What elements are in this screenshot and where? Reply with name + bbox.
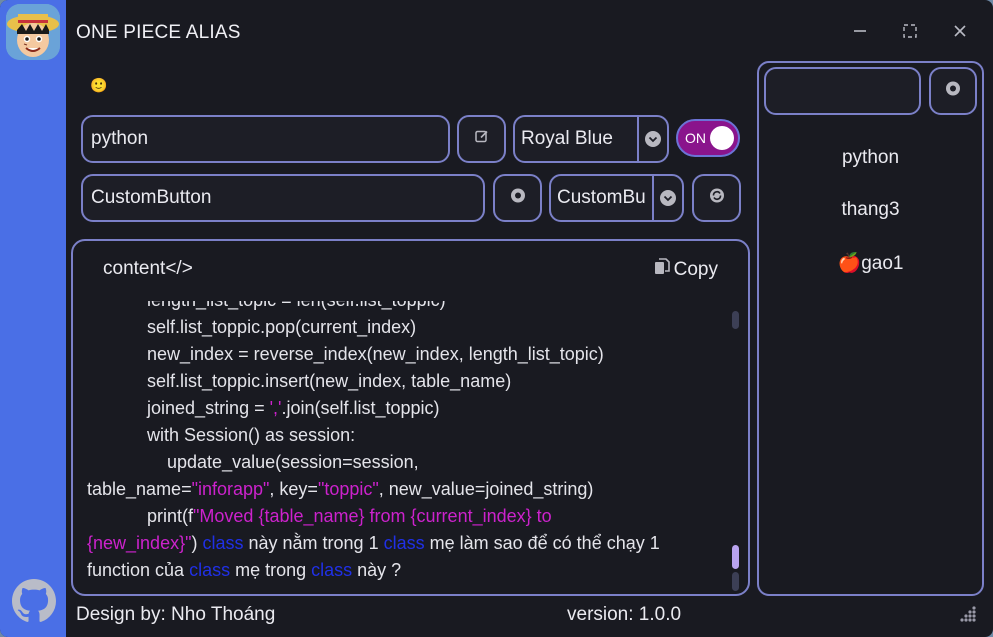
luffy-avatar-icon[interactable] [6, 4, 60, 60]
scrollbar-thumb[interactable] [732, 545, 739, 569]
list-item-gao1[interactable]: 🍎gao1 [759, 251, 982, 275]
class-name-input[interactable]: CustomButton [81, 174, 485, 222]
code-line: length_list_topic = len(self.list_toppic… [87, 301, 733, 314]
code-line: new_index = reverse_index(new_index, len… [87, 344, 604, 364]
smiley-emoji-icon: 🙂 [90, 77, 108, 93]
on-off-toggle[interactable]: ON [676, 119, 740, 157]
code-text-area[interactable]: length_list_topic = len(self.list_toppic… [87, 301, 733, 591]
copy-icon [654, 258, 670, 282]
alias-input[interactable]: python [81, 115, 450, 163]
toggle-label: ON [685, 130, 706, 146]
class-name-input-value: CustomButton [91, 187, 212, 208]
code-line: self.list_toppic.insert(new_index, table… [87, 371, 512, 391]
edit-button[interactable] [457, 115, 506, 163]
content-panel: content</> Copy length_list_topic = len(… [71, 239, 750, 596]
version-label: version: 1.0.0 [567, 604, 682, 625]
chevron-down-icon [645, 131, 661, 147]
theme-select-arrow[interactable] [637, 117, 667, 161]
code-line: print(f"Moved {table_name} from {current… [87, 506, 552, 526]
minimize-icon[interactable] [849, 20, 871, 42]
design-by-label: Design by: Nho Thoáng [76, 604, 276, 625]
list-item-label: gao1 [861, 253, 904, 274]
alias-list-panel: python thang3 🍎gao1 [757, 61, 984, 596]
toggle-knob [710, 126, 734, 150]
list-item-python[interactable]: python [759, 147, 982, 169]
app-window: ONE PIECE ALIAS 🙂 python Royal Blue ON C… [0, 0, 993, 637]
code-line: joined_string = ','.join(self.list_toppi… [87, 398, 440, 418]
content-header: content</> [103, 258, 193, 279]
edit-icon [474, 130, 489, 149]
scrollbar-track-end [732, 572, 739, 591]
maximize-icon[interactable] [899, 20, 921, 42]
class-select[interactable]: CustomBu [549, 174, 684, 222]
search-input[interactable] [764, 67, 921, 115]
theme-select[interactable]: Royal Blue [513, 115, 669, 163]
left-sidebar [0, 0, 66, 637]
class-select-arrow[interactable] [652, 176, 682, 220]
add-button[interactable] [493, 174, 542, 222]
close-icon[interactable] [949, 20, 971, 42]
list-item-thang3[interactable]: thang3 [759, 199, 982, 221]
search-button[interactable] [929, 67, 977, 115]
refresh-icon [709, 188, 725, 209]
code-line: with Session() as session: [87, 425, 356, 445]
chevron-down-icon [660, 190, 676, 206]
code-line: table_name="inforapp", key="toppic", new… [87, 479, 594, 499]
class-select-value: CustomBu [557, 187, 646, 208]
scrollbar-top-marker [732, 311, 739, 329]
code-line: self.list_toppic.pop(current_index) [87, 317, 417, 337]
window-title: ONE PIECE ALIAS [76, 22, 241, 43]
record-icon [945, 81, 961, 102]
content-scrollbar[interactable] [732, 311, 739, 591]
resize-grip-icon[interactable] [958, 604, 978, 624]
github-icon[interactable] [12, 579, 56, 623]
code-line: function của class mẹ trong class này ? [87, 560, 402, 580]
copy-button[interactable]: Copy [654, 258, 718, 282]
refresh-button[interactable] [692, 174, 741, 222]
code-line: {new_index}") class này nằm trong 1 clas… [87, 533, 660, 553]
record-icon [510, 188, 526, 209]
code-line: update_value(session=session, [87, 452, 419, 472]
apple-icon: 🍎 [837, 253, 862, 274]
alias-input-value: python [91, 128, 149, 149]
copy-label: Copy [673, 259, 718, 280]
theme-select-value: Royal Blue [521, 128, 613, 149]
